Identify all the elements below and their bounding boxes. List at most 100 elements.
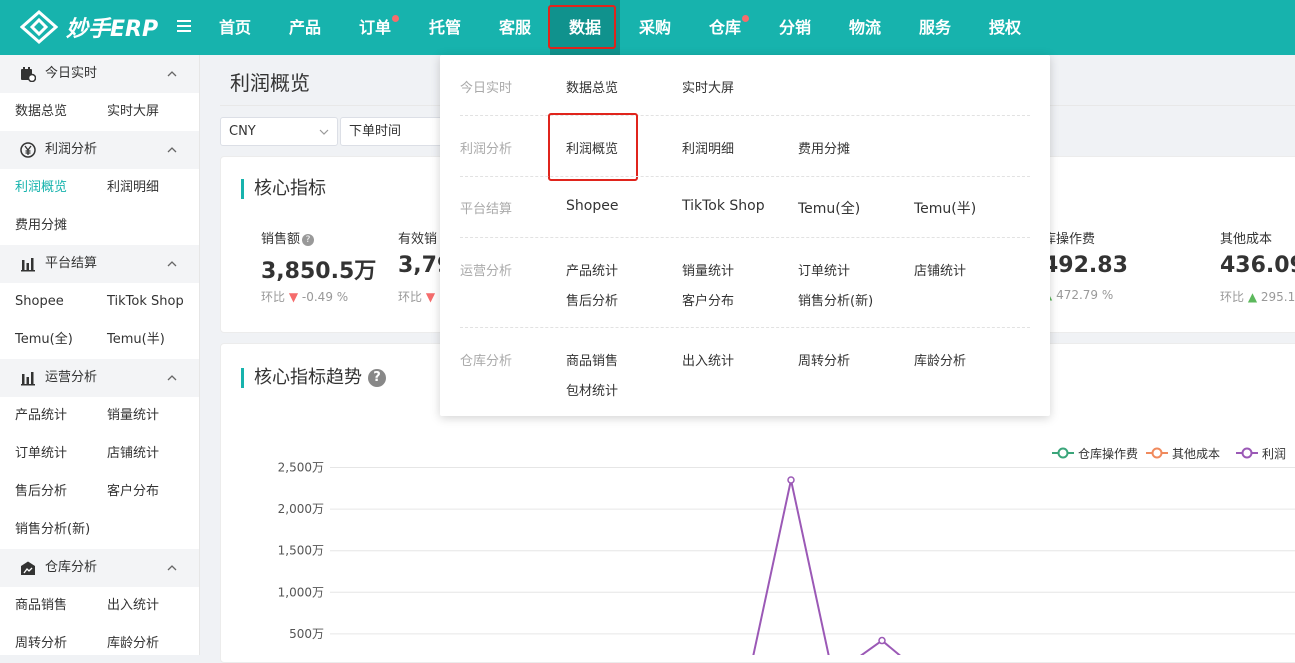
chevron-up-icon (167, 375, 177, 381)
nav-distribution[interactable]: 分销 (760, 0, 830, 55)
dropdown-link-cost-allocation[interactable]: 费用分摊 (798, 138, 850, 157)
dropdown-category: 仓库分析 (460, 354, 513, 369)
y-tick-label: 500万 (289, 627, 324, 641)
dropdown-link-product-stats[interactable]: 产品统计 (566, 260, 618, 279)
y-tick-label: 1,500万 (278, 544, 324, 558)
dropdown-link-data-overview[interactable]: 数据总览 (566, 77, 618, 96)
sidebar-item-profit-overview[interactable]: 利润概览 (15, 169, 67, 207)
page-title: 利润概览 (230, 71, 310, 95)
dropdown-link-temu-semi[interactable]: Temu(半) (914, 198, 976, 218)
sidebar-group-label: 仓库分析 (45, 560, 98, 575)
chevron-down-icon (319, 129, 329, 135)
kpi-compare: 环比 ▲ 295.1 (1220, 290, 1295, 304)
sidebar-group-warehouse[interactable]: 仓库分析 (0, 549, 199, 587)
sidebar-item-stock-age-analysis[interactable]: 库龄分析 (107, 625, 159, 655)
nav-warehouse[interactable]: 仓库 (690, 0, 760, 55)
data-point (878, 636, 886, 645)
dropdown-link-customer-distribution[interactable]: 客户分布 (682, 290, 734, 309)
chevron-up-icon (167, 261, 177, 267)
nav-home[interactable]: 首页 (200, 0, 270, 55)
sidebar-item-inout-stats[interactable]: 出入统计 (107, 587, 159, 625)
help-icon[interactable]: ? (302, 234, 315, 246)
dropdown-link-sales-analysis-new[interactable]: 销售分析(新) (798, 290, 873, 309)
chevron-up-icon (167, 565, 177, 571)
nav-data[interactable]: 数据 (550, 0, 620, 55)
nav-logistics[interactable]: 物流 (830, 0, 900, 55)
sidebar-item-realtime-screen[interactable]: 实时大屏 (107, 93, 159, 131)
sidebar-item-profit-detail[interactable]: 利润明细 (107, 169, 159, 207)
sidebar-group-platform-settlement[interactable]: 平台结算 (0, 245, 199, 283)
trend-line-chart: 2,500万 2,000万 1,500万 1,000万 500万 (278, 461, 1295, 655)
dropdown-link-store-stats[interactable]: 店铺统计 (914, 260, 966, 279)
nav-authorization[interactable]: 授权 (970, 0, 1040, 55)
divider (460, 327, 1030, 328)
sidebar-group-label: 今日实时 (45, 66, 98, 81)
dropdown-link-shopee[interactable]: Shopee (566, 198, 618, 214)
kpi-compare: ▲ 472.79 % (1043, 288, 1113, 302)
sidebar-item-sales-analysis-new[interactable]: 销售分析(新) (15, 511, 90, 549)
app-logo[interactable]: 妙手ERP (20, 10, 158, 44)
dropdown-category: 平台结算 (460, 202, 513, 217)
sidebar-item-sales-stats[interactable]: 销量统计 (107, 397, 159, 435)
sidebar-item-after-sales[interactable]: 售后分析 (15, 473, 67, 511)
sidebar-item-customer-distribution[interactable]: 客户分布 (107, 473, 159, 511)
sidebar-item-tiktok-shop[interactable]: TikTok Shop (107, 283, 184, 321)
warehouse-icon (21, 561, 35, 575)
dropdown-link-sales-stats[interactable]: 销量统计 (682, 260, 734, 279)
sidebar-item-product-sales[interactable]: 商品销售 (15, 587, 67, 625)
divider (460, 237, 1030, 238)
sidebar-item-data-overview[interactable]: 数据总览 (15, 93, 67, 131)
nav-order[interactable]: 订单 (340, 0, 410, 55)
dropdown-link-tiktok-shop[interactable]: TikTok Shop (682, 198, 765, 214)
nav-customer-service[interactable]: 客服 (480, 0, 550, 55)
sidebar-item-product-stats[interactable]: 产品统计 (15, 397, 67, 435)
dropdown-link-turnover-analysis[interactable]: 周转分析 (798, 350, 850, 369)
dropdown-link-stock-age-analysis[interactable]: 库龄分析 (914, 350, 966, 369)
dropdown-link-realtime-screen[interactable]: 实时大屏 (682, 77, 734, 96)
data-point (787, 476, 795, 484)
sidebar-item-turnover-analysis[interactable]: 周转分析 (15, 625, 67, 655)
kpi-label: 库操作费 (1043, 232, 1096, 247)
nav-hosting[interactable]: 托管 (410, 0, 480, 55)
sidebar-item-order-stats[interactable]: 订单统计 (15, 435, 67, 473)
logo-diamond-icon (20, 10, 58, 44)
dropdown-link-packaging-stats[interactable]: 包材统计 (566, 380, 618, 399)
dropdown-link-order-stats[interactable]: 订单统计 (798, 260, 850, 279)
app-logo-text: 妙手ERP (66, 17, 159, 42)
series-line-profit (752, 479, 901, 655)
sidebar-item-store-stats[interactable]: 店铺统计 (107, 435, 159, 473)
nav-product[interactable]: 产品 (270, 0, 340, 55)
dropdown-link-product-sales[interactable]: 商品销售 (566, 350, 618, 369)
notification-dot (392, 15, 399, 22)
chevron-up-icon (167, 71, 177, 77)
kpi-compare: 环比 ▼ (398, 290, 436, 304)
top-navigation-bar: 妙手ERP 首页 产品 订单 托管 客服 数据 采购 仓库 分销 物流 服务 授… (0, 0, 1295, 55)
nav-service[interactable]: 服务 (900, 0, 970, 55)
sidebar-group-profit[interactable]: 利润分析 (0, 131, 199, 169)
menu-toggle-icon[interactable] (176, 18, 192, 34)
sidebar: 今日实时 数据总览 实时大屏 利润分析 利润概览 利润明细 费用分摊 平台结算 … (0, 55, 200, 655)
time-type-select[interactable]: 下单时间 (340, 117, 450, 146)
kpi-label: 销售额? (261, 228, 315, 247)
help-icon[interactable]: ? (368, 369, 386, 387)
kpi-compare: 环比 ▼ -0.49 % (261, 290, 349, 304)
dropdown-category: 利润分析 (460, 142, 513, 157)
dropdown-link-temu-full[interactable]: Temu(全) (798, 198, 860, 218)
dropdown-link-profit-overview[interactable]: 利润概览 (566, 138, 618, 157)
sidebar-item-shopee[interactable]: Shopee (15, 283, 64, 321)
nav-purchase[interactable]: 采购 (620, 0, 690, 55)
dropdown-link-inout-stats[interactable]: 出入统计 (682, 350, 734, 369)
sidebar-item-temu-full[interactable]: Temu(全) (15, 321, 73, 359)
sidebar-item-temu-semi[interactable]: Temu(半) (107, 321, 165, 359)
trend-title: 核心指标趋势? (241, 368, 386, 388)
calendar-clock-icon (21, 67, 36, 82)
triangle-down-icon: ▼ (425, 290, 436, 304)
sidebar-group-operations[interactable]: 运营分析 (0, 359, 199, 397)
sidebar-item-cost-allocation[interactable]: 费用分摊 (15, 207, 67, 245)
dropdown-link-profit-detail[interactable]: 利润明细 (682, 138, 734, 157)
sidebar-group-realtime[interactable]: 今日实时 (0, 55, 199, 93)
dropdown-link-after-sales[interactable]: 售后分析 (566, 290, 618, 309)
currency-select-value: CNY (229, 124, 256, 139)
triangle-up-icon: ▲ (1247, 290, 1258, 304)
currency-select[interactable]: CNY (220, 117, 338, 146)
